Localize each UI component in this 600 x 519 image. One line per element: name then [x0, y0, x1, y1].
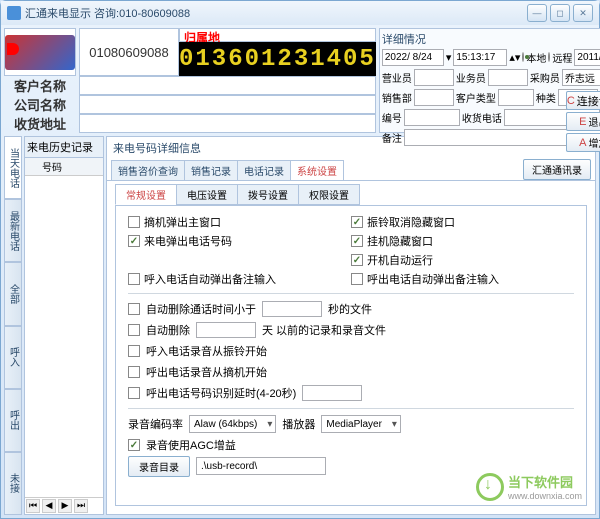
codec-select[interactable]: Alaw (64kbps)	[189, 415, 276, 433]
chk-out-note[interactable]	[351, 273, 363, 285]
tab-sales-query[interactable]: 销售咨价查询	[111, 160, 185, 180]
buyer-input[interactable]	[562, 69, 600, 86]
vtab-missed[interactable]: 未接	[4, 452, 22, 515]
chk-rec-in-ring[interactable]	[128, 345, 140, 357]
customer-name-label: 客户名称	[4, 76, 76, 95]
chk-pickup-popup[interactable]	[128, 216, 140, 228]
vtab-today[interactable]: 当天电话	[4, 136, 22, 199]
subtab-general[interactable]: 常规设置	[115, 184, 177, 205]
subtab-dial[interactable]: 拨号设置	[237, 184, 299, 205]
led-display: 013601231405	[179, 42, 376, 76]
vtab-all[interactable]: 全部	[4, 262, 22, 325]
add-button[interactable]: A增加	[566, 133, 600, 152]
vtab-out[interactable]: 呼出	[4, 389, 22, 452]
chk-hangup-hide[interactable]	[351, 235, 363, 247]
phone-number: 01080609088	[79, 28, 179, 76]
nav-last[interactable]: ⏭	[74, 499, 88, 513]
download-icon	[476, 473, 504, 501]
address-input[interactable]	[79, 114, 376, 133]
customer-name-input[interactable]	[79, 76, 376, 95]
ctype-input[interactable]	[498, 89, 534, 106]
history-title: 来电历史记录	[25, 137, 103, 158]
history-col-number: 号码	[41, 158, 103, 175]
titlebar: 汇通来电显示 咨询:010-80609088 — ◻ ✕	[1, 1, 599, 25]
nav-first[interactable]: ⏮	[26, 499, 40, 513]
nav-prev[interactable]: ◀	[42, 499, 56, 513]
exit-button[interactable]: E退出	[566, 112, 600, 131]
history-nav: ⏮ ◀ ▶ ⏭	[25, 497, 103, 514]
sales-input[interactable]	[414, 69, 454, 86]
autodel-days[interactable]	[196, 322, 256, 338]
date-input[interactable]	[382, 49, 444, 66]
remote-radio[interactable]	[548, 52, 550, 62]
chk-agc[interactable]	[128, 439, 140, 451]
history-list[interactable]	[25, 176, 103, 497]
chk-autodel-old[interactable]	[128, 324, 140, 336]
dept-input[interactable]	[414, 89, 454, 106]
detail-panel: 详细情况 ▾ ▴▾ 本地 远程 ▾ 营业员 业务员 采购员 销售部 客户类型 种…	[379, 28, 600, 133]
minimize-button[interactable]: —	[527, 4, 547, 22]
close-button[interactable]: ✕	[573, 4, 593, 22]
record-dir-button[interactable]: 录音目录	[128, 456, 190, 477]
autodel-seconds[interactable]	[262, 301, 322, 317]
vtab-in[interactable]: 呼入	[4, 326, 22, 389]
address-label: 收货地址	[4, 114, 76, 133]
maximize-button[interactable]: ◻	[550, 4, 570, 22]
tab-sales-record[interactable]: 销售记录	[184, 160, 238, 180]
date2-input[interactable]	[574, 49, 600, 66]
window-title: 汇通来电显示 咨询:010-80609088	[25, 5, 527, 21]
chk-in-note[interactable]	[128, 273, 140, 285]
subtab-permission[interactable]: 权限设置	[298, 184, 360, 205]
chk-out-delay[interactable]	[128, 387, 140, 399]
time-input[interactable]	[453, 49, 507, 66]
region-label: 归属地	[179, 28, 376, 42]
vertical-tabs: 当天电话 最新电话 全部 呼入 呼出 未接	[4, 136, 22, 515]
chk-autodel-short[interactable]	[128, 303, 140, 315]
code-input[interactable]	[404, 109, 460, 126]
tab-call-record[interactable]: 电话记录	[237, 160, 291, 180]
chk-rec-out-pickup[interactable]	[128, 366, 140, 378]
chk-ring-unhide[interactable]	[351, 216, 363, 228]
contacts-button[interactable]: 汇通通讯录	[523, 159, 591, 180]
company-name-label: 公司名称	[4, 95, 76, 114]
local-radio[interactable]	[522, 52, 524, 62]
chk-autostart[interactable]	[351, 254, 363, 266]
record-dir-path: .\usb-record\	[196, 457, 326, 475]
history-col-icon	[25, 158, 41, 175]
nav-next[interactable]: ▶	[58, 499, 72, 513]
detail-title: 详细情况	[382, 31, 600, 47]
company-name-input[interactable]	[79, 95, 376, 114]
tab-system-settings[interactable]: 系统设置	[290, 160, 344, 180]
player-select[interactable]: MediaPlayer	[321, 415, 401, 433]
watermark: 当下软件园 www.downxia.com	[476, 472, 582, 501]
connect-button[interactable]: C连接设备	[566, 91, 600, 110]
chk-incoming-popup[interactable]	[128, 235, 140, 247]
logo	[4, 28, 76, 76]
subtab-voltage[interactable]: 电压设置	[176, 184, 238, 205]
app-icon	[7, 6, 21, 20]
clerk-input[interactable]	[488, 69, 528, 86]
out-delay-input[interactable]	[302, 385, 362, 401]
vtab-recent[interactable]: 最新电话	[4, 199, 22, 262]
